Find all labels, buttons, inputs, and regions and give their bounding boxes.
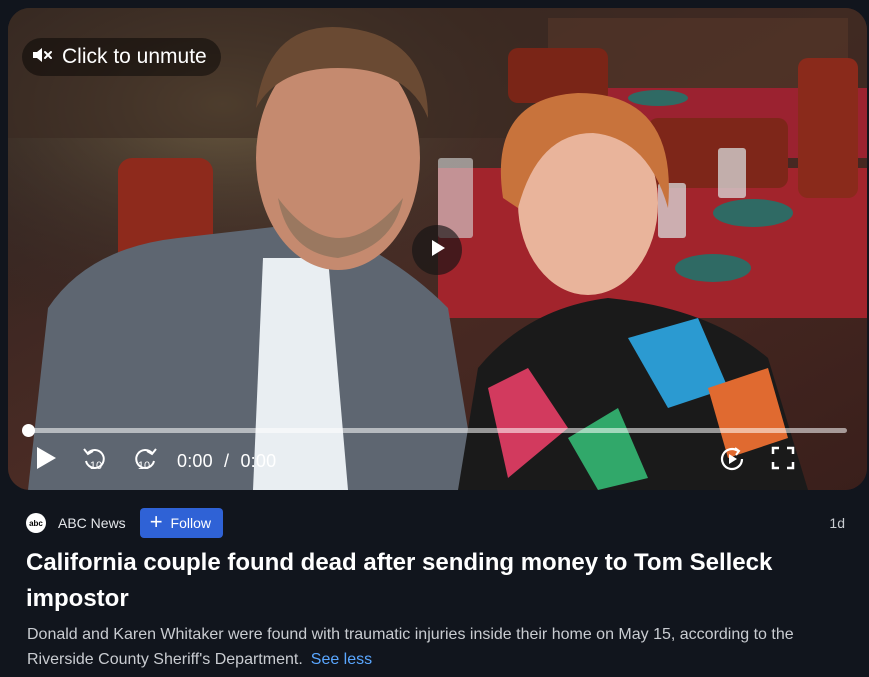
center-play-button[interactable] (412, 225, 462, 275)
video-controls: 10 10 0:00 / 0:00 (8, 441, 867, 481)
plus-icon: + (149, 509, 163, 534)
progress-handle[interactable] (22, 424, 35, 437)
duration: 0:00 (240, 451, 277, 471)
current-time: 0:00 (177, 451, 213, 471)
autoplay-button[interactable] (718, 445, 746, 478)
source-name[interactable]: ABC News (58, 515, 126, 531)
play-button[interactable] (34, 445, 58, 476)
summary-text: Donald and Karen Whitaker were found wit… (27, 626, 794, 668)
forward-10-icon: 10 (130, 445, 160, 480)
speaker-muted-icon (30, 43, 54, 72)
play-icon (426, 237, 448, 264)
fullscreen-icon (770, 445, 796, 476)
follow-label: Follow (170, 515, 212, 531)
article-summary: Donald and Karen Whitaker were found wit… (27, 622, 857, 672)
rewind-button[interactable]: 10 (80, 445, 110, 480)
unmute-button[interactable]: Click to unmute (22, 38, 221, 76)
forward-seconds: 10 (138, 460, 150, 472)
time-display: 0:00 / 0:00 (177, 451, 276, 472)
video-player[interactable]: Click to unmute 10 10 0:00 / 0:00 (8, 8, 867, 490)
autoplay-icon (718, 445, 746, 478)
time-separator: / (224, 451, 230, 471)
fullscreen-button[interactable] (770, 445, 796, 476)
rewind-seconds: 10 (90, 460, 102, 472)
article-headline[interactable]: California couple found dead after sendi… (26, 545, 826, 617)
post-age: 1d (829, 515, 845, 531)
follow-button[interactable]: + Follow (139, 508, 224, 538)
source-row: abc ABC News + Follow 1d (26, 508, 847, 538)
progress-bar[interactable] (22, 424, 847, 437)
play-icon (34, 445, 58, 476)
unmute-label: Click to unmute (62, 45, 207, 68)
rewind-10-icon: 10 (80, 445, 110, 480)
forward-button[interactable]: 10 (130, 445, 160, 480)
see-less-link[interactable]: See less (311, 651, 372, 668)
source-logo[interactable]: abc (26, 513, 46, 533)
